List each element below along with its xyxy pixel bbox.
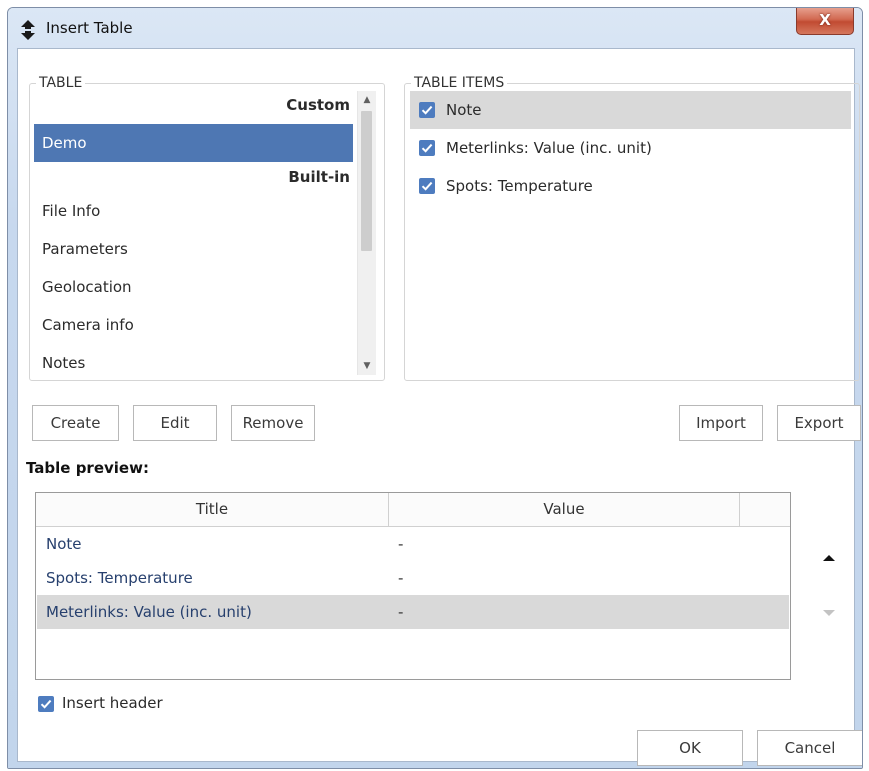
- preview-cell-title: Spots: Temperature: [46, 569, 193, 587]
- insert-table-dialog: Insert Table X TABLE Custom Demo Built-i…: [7, 7, 863, 769]
- table-items-group: TABLE ITEMS Note Meterlinks: Value (inc.…: [404, 74, 860, 381]
- ok-button[interactable]: OK: [637, 730, 743, 766]
- table-item-camera-info[interactable]: Camera info: [34, 306, 353, 344]
- dialog-content: TABLE Custom Demo Built-in File Info Par…: [17, 48, 862, 766]
- close-icon: X: [819, 11, 831, 29]
- item-label: Spots: Temperature: [446, 177, 593, 195]
- insert-header-label: Insert header: [62, 694, 163, 712]
- column-header-filler: [740, 493, 790, 526]
- item-label: Note: [446, 101, 482, 119]
- export-button[interactable]: Export: [777, 405, 861, 441]
- table-list-scrollbar[interactable]: ▲ ▼: [357, 91, 376, 375]
- table-items-group-label: TABLE ITEMS: [411, 74, 508, 92]
- table-preview-grid: Title Value Note - Spots: Temperature - …: [35, 492, 791, 680]
- close-button[interactable]: X: [796, 8, 854, 35]
- preview-row[interactable]: Spots: Temperature -: [37, 561, 789, 595]
- table-item-parameters[interactable]: Parameters: [34, 230, 353, 268]
- checkbox-checked-icon[interactable]: [419, 102, 435, 118]
- scroll-down-icon[interactable]: ▼: [358, 359, 376, 373]
- table-item-row-meterlinks[interactable]: Meterlinks: Value (inc. unit): [410, 129, 851, 167]
- preview-cell-value: -: [398, 569, 404, 587]
- preview-cell-value: -: [398, 535, 404, 553]
- checkbox-checked-icon[interactable]: [419, 140, 435, 156]
- list-header-custom: Custom: [286, 96, 350, 114]
- table-item-notes[interactable]: Notes: [34, 344, 353, 382]
- checkbox-checked-icon[interactable]: [419, 178, 435, 194]
- preview-cell-title: Note: [46, 535, 82, 553]
- scroll-thumb[interactable]: [361, 111, 372, 251]
- edit-button[interactable]: Edit: [133, 405, 217, 441]
- app-icon: [21, 20, 35, 40]
- move-down-icon[interactable]: [821, 607, 837, 619]
- grid-header: Title Value: [36, 493, 790, 527]
- import-button[interactable]: Import: [679, 405, 763, 441]
- item-label: Meterlinks: Value (inc. unit): [446, 139, 652, 157]
- table-item-demo[interactable]: Demo: [34, 124, 353, 162]
- column-header-title[interactable]: Title: [36, 493, 389, 526]
- preview-cell-title: Meterlinks: Value (inc. unit): [46, 603, 252, 621]
- table-preview-heading: Table preview:: [26, 459, 149, 477]
- column-header-value[interactable]: Value: [389, 493, 740, 526]
- scroll-up-icon[interactable]: ▲: [358, 93, 376, 107]
- preview-cell-value: -: [398, 603, 404, 621]
- table-group: TABLE Custom Demo Built-in File Info Par…: [29, 74, 385, 382]
- create-button[interactable]: Create: [32, 405, 119, 441]
- title-bar[interactable]: Insert Table X: [8, 8, 862, 50]
- table-item-row-note[interactable]: Note: [410, 91, 851, 129]
- cancel-button[interactable]: Cancel: [757, 730, 862, 766]
- preview-row-selected[interactable]: Meterlinks: Value (inc. unit) -: [37, 595, 789, 629]
- move-up-icon[interactable]: [821, 552, 837, 564]
- checkbox-checked-icon[interactable]: [38, 696, 54, 712]
- table-item-file-info[interactable]: File Info: [34, 192, 353, 230]
- table-item-geolocation[interactable]: Geolocation: [34, 268, 353, 306]
- list-header-built-in: Built-in: [288, 168, 350, 186]
- table-item-row-spots[interactable]: Spots: Temperature: [410, 167, 851, 205]
- preview-row[interactable]: Note -: [37, 527, 789, 561]
- remove-button[interactable]: Remove: [231, 405, 315, 441]
- window-title: Insert Table: [46, 19, 133, 37]
